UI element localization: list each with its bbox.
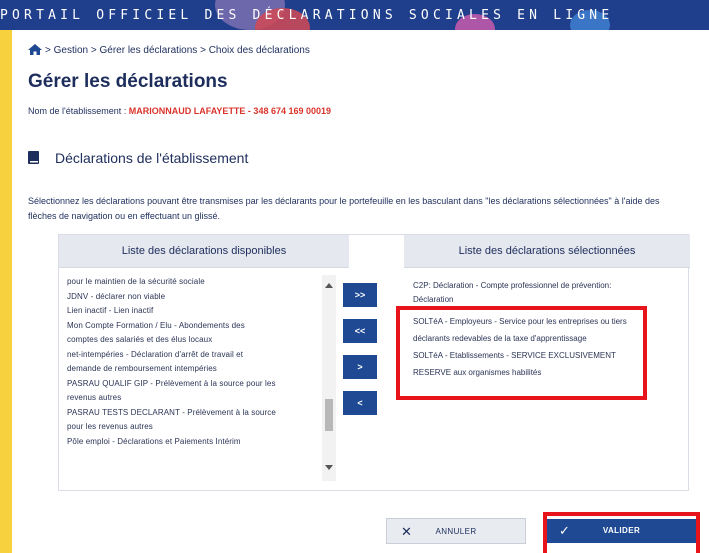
available-item[interactable]: Mon Compte Formation / Elu - Abondements…	[67, 319, 319, 334]
establishment-info: Nom de l'établissement : MARIONNAUD LAFA…	[28, 106, 331, 116]
selected-item[interactable]: C2P: Déclaration - Compte professionnel …	[413, 279, 683, 293]
selected-list-header: Liste des déclarations sélectionnées	[404, 235, 690, 268]
section-title: Déclarations de l'établissement	[55, 150, 249, 166]
close-icon: ✕	[401, 524, 413, 539]
remove-all-button[interactable]: <<	[343, 319, 377, 343]
add-button[interactable]: >	[343, 355, 377, 379]
available-list-scrollbar[interactable]	[322, 275, 336, 481]
book-icon	[28, 151, 39, 167]
available-item[interactable]: JDNV - déclarer non viable	[67, 290, 319, 305]
establishment-label: Nom de l'établissement :	[28, 106, 129, 116]
available-item[interactable]: demande de remboursement intempéries	[67, 362, 319, 377]
home-icon[interactable]	[28, 44, 42, 58]
available-list-header: Liste des déclarations disponibles	[59, 235, 349, 268]
scroll-down-arrow-icon[interactable]	[325, 465, 333, 470]
available-item[interactable]: PASRAU QUALIF GIP - Prélèvement à la sou…	[67, 377, 319, 392]
page-title: Gérer les déclarations	[28, 71, 228, 92]
available-item[interactable]: Pôle emploi - Déclarations et Paiements …	[67, 435, 319, 450]
instructions-text: Sélectionnez les déclarations pouvant êt…	[28, 196, 660, 221]
scrollbar-thumb[interactable]	[325, 399, 333, 431]
cancel-button-label: ANNULER	[435, 527, 477, 536]
available-item[interactable]: Lien inactif - Lien inactif	[67, 304, 319, 319]
available-item[interactable]: comptes des salariés et des élus locaux	[67, 333, 319, 348]
available-item[interactable]: revenus autres	[67, 391, 319, 406]
selected-items-highlight-box	[396, 306, 647, 400]
available-item[interactable]: pour le maintien de la sécurité sociale	[67, 275, 319, 290]
add-all-button[interactable]: >>	[343, 283, 377, 307]
remove-button[interactable]: <	[343, 391, 377, 415]
cancel-button[interactable]: ✕ ANNULER	[386, 518, 526, 544]
available-declarations-list[interactable]: pour le maintien de la sécurité sociale …	[67, 275, 319, 481]
available-item[interactable]: PASRAU TESTS DECLARANT - Prélèvement à l…	[67, 406, 319, 421]
available-item[interactable]: pour les revenus autres	[67, 420, 319, 435]
scroll-up-arrow-icon[interactable]	[325, 283, 333, 288]
breadcrumb: > Gestion > Gérer les déclarations > Cho…	[28, 44, 310, 58]
portal-banner: PORTAIL OFFICIEL DES DÉCLARATIONS SOCIAL…	[0, 0, 709, 30]
breadcrumb-trail[interactable]: > Gestion > Gérer les déclarations > Cho…	[45, 45, 310, 56]
establishment-value: MARIONNAUD LAFAYETTE - 348 674 169 00019	[128, 106, 332, 116]
validate-highlight-box	[543, 512, 700, 553]
selected-item[interactable]: Déclaration	[413, 293, 683, 307]
section-heading: Déclarations de l'établissement	[28, 150, 248, 167]
portal-banner-title: PORTAIL OFFICIEL DES DÉCLARATIONS SOCIAL…	[0, 8, 614, 23]
main-content: > Gestion > Gérer les déclarations > Cho…	[12, 30, 709, 553]
available-item[interactable]: net-intempéries - Déclaration d'arrêt de…	[67, 348, 319, 363]
